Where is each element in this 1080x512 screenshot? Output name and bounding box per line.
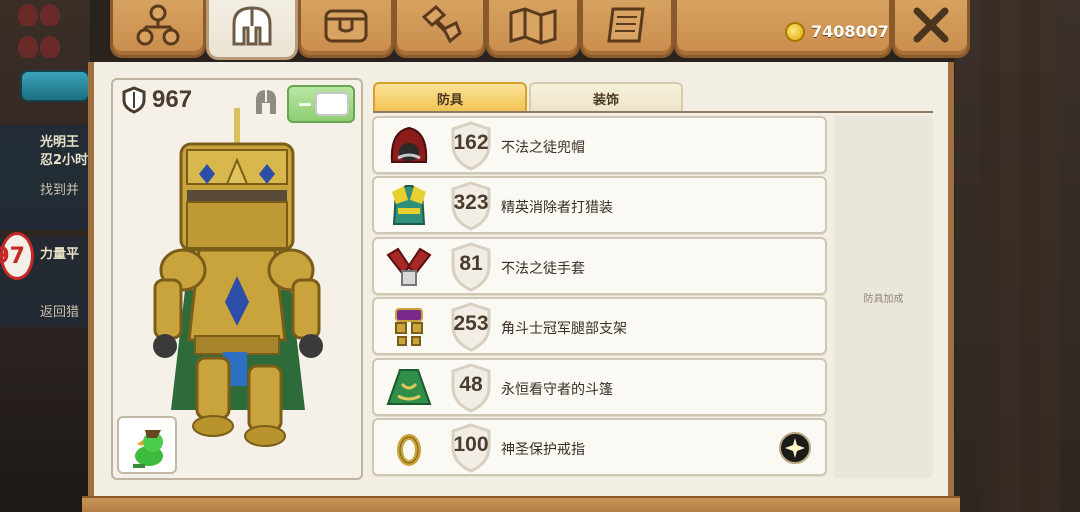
gloves-icon (386, 247, 432, 286)
hood-icon (390, 126, 428, 163)
armor-bonus-panel: 防具加成 (834, 116, 933, 478)
leg-brace-icon (395, 308, 423, 346)
item-armor-value: 323 (453, 191, 489, 214)
tab-bag[interactable] (298, 0, 394, 58)
equipment-slot-legs[interactable]: 253 角斗士冠军腿部支架 (372, 297, 827, 355)
cloak-icon (386, 369, 432, 405)
quest1-title: 光明王 (40, 135, 80, 150)
item-name: 不法之徒兜帽 (501, 140, 585, 156)
item-armor-value: 162 (453, 131, 489, 154)
tab-crafting[interactable] (394, 0, 486, 58)
subtab-divider (373, 111, 933, 113)
hud-blue-bar[interactable] (20, 70, 90, 102)
tab-armor[interactable] (206, 0, 298, 60)
quest1-action: 找到并 (40, 183, 80, 198)
item-name: 精英消除者打猎装 (501, 200, 613, 216)
item-armor-value: 81 (459, 252, 483, 275)
panel-bottom-edge (82, 496, 960, 512)
item-name: 永恒看守者的斗篷 (501, 382, 613, 398)
coin-icon (785, 22, 805, 42)
quest-panel-1[interactable]: 光明王 忍2小时 找到并 (0, 125, 90, 230)
item-name: 神圣保护戒指 (501, 442, 585, 458)
shield-icon (122, 86, 146, 114)
skill-tree-icon (136, 4, 180, 45)
item-name: 角斗士冠军腿部支架 (501, 321, 627, 337)
item-armor-value: 253 (453, 312, 489, 335)
ring-icon (397, 434, 421, 466)
tab-map[interactable] (486, 0, 580, 58)
equipment-slot-ring[interactable]: 100 神圣保护戒指 (372, 418, 827, 476)
health-hearts (18, 4, 62, 62)
equipment-slot-chest[interactable]: 323 精英消除者打猎装 (372, 176, 827, 234)
equipment-slot-hands[interactable]: 81 不法之徒手套 (372, 237, 827, 295)
top-tab-bar: 7408007 (74, 0, 970, 62)
show-helmet-toggle[interactable] (287, 85, 355, 123)
quest1-sub: 忍2小时 (40, 153, 89, 168)
currency-bar: 7408007 (674, 0, 892, 58)
close-icon (913, 7, 949, 42)
coin-count: 7408007 (811, 22, 889, 41)
star-badge-icon[interactable] (779, 432, 811, 464)
subtab-armor[interactable]: 防具 (373, 82, 527, 112)
close-button[interactable] (892, 0, 970, 58)
armor-total: 967 (122, 86, 192, 114)
pet-slot[interactable] (117, 416, 177, 474)
bag-icon (324, 9, 368, 42)
hammer-icon (421, 4, 462, 43)
tab-skills[interactable] (110, 0, 206, 58)
tab-quests[interactable] (580, 0, 674, 58)
quest-level-badge: 97 (0, 232, 34, 280)
armor-total-value: 967 (152, 86, 193, 113)
quest2-title: 力量平 (40, 247, 80, 262)
game-background-right (955, 0, 1080, 512)
armor-bonus-label: 防具加成 (863, 294, 904, 305)
parrot-pet-icon (133, 430, 163, 468)
item-name: 不法之徒手套 (501, 261, 585, 277)
equipment-slot-back[interactable]: 48 永恒看守者的斗篷 (372, 358, 827, 416)
map-icon (509, 6, 557, 45)
subtab-decoration[interactable]: 装饰 (529, 82, 683, 112)
helmet-visibility-icon (256, 90, 276, 114)
item-armor-value: 48 (459, 373, 483, 396)
item-armor-value: 100 (453, 433, 489, 456)
hunting-armor-icon (392, 185, 426, 225)
quest2-action: 返回猎 (40, 305, 80, 320)
helmet-icon (232, 5, 272, 45)
scroll-icon (607, 7, 645, 42)
equipment-slot-head[interactable]: 162 不法之徒兜帽 (372, 116, 827, 174)
